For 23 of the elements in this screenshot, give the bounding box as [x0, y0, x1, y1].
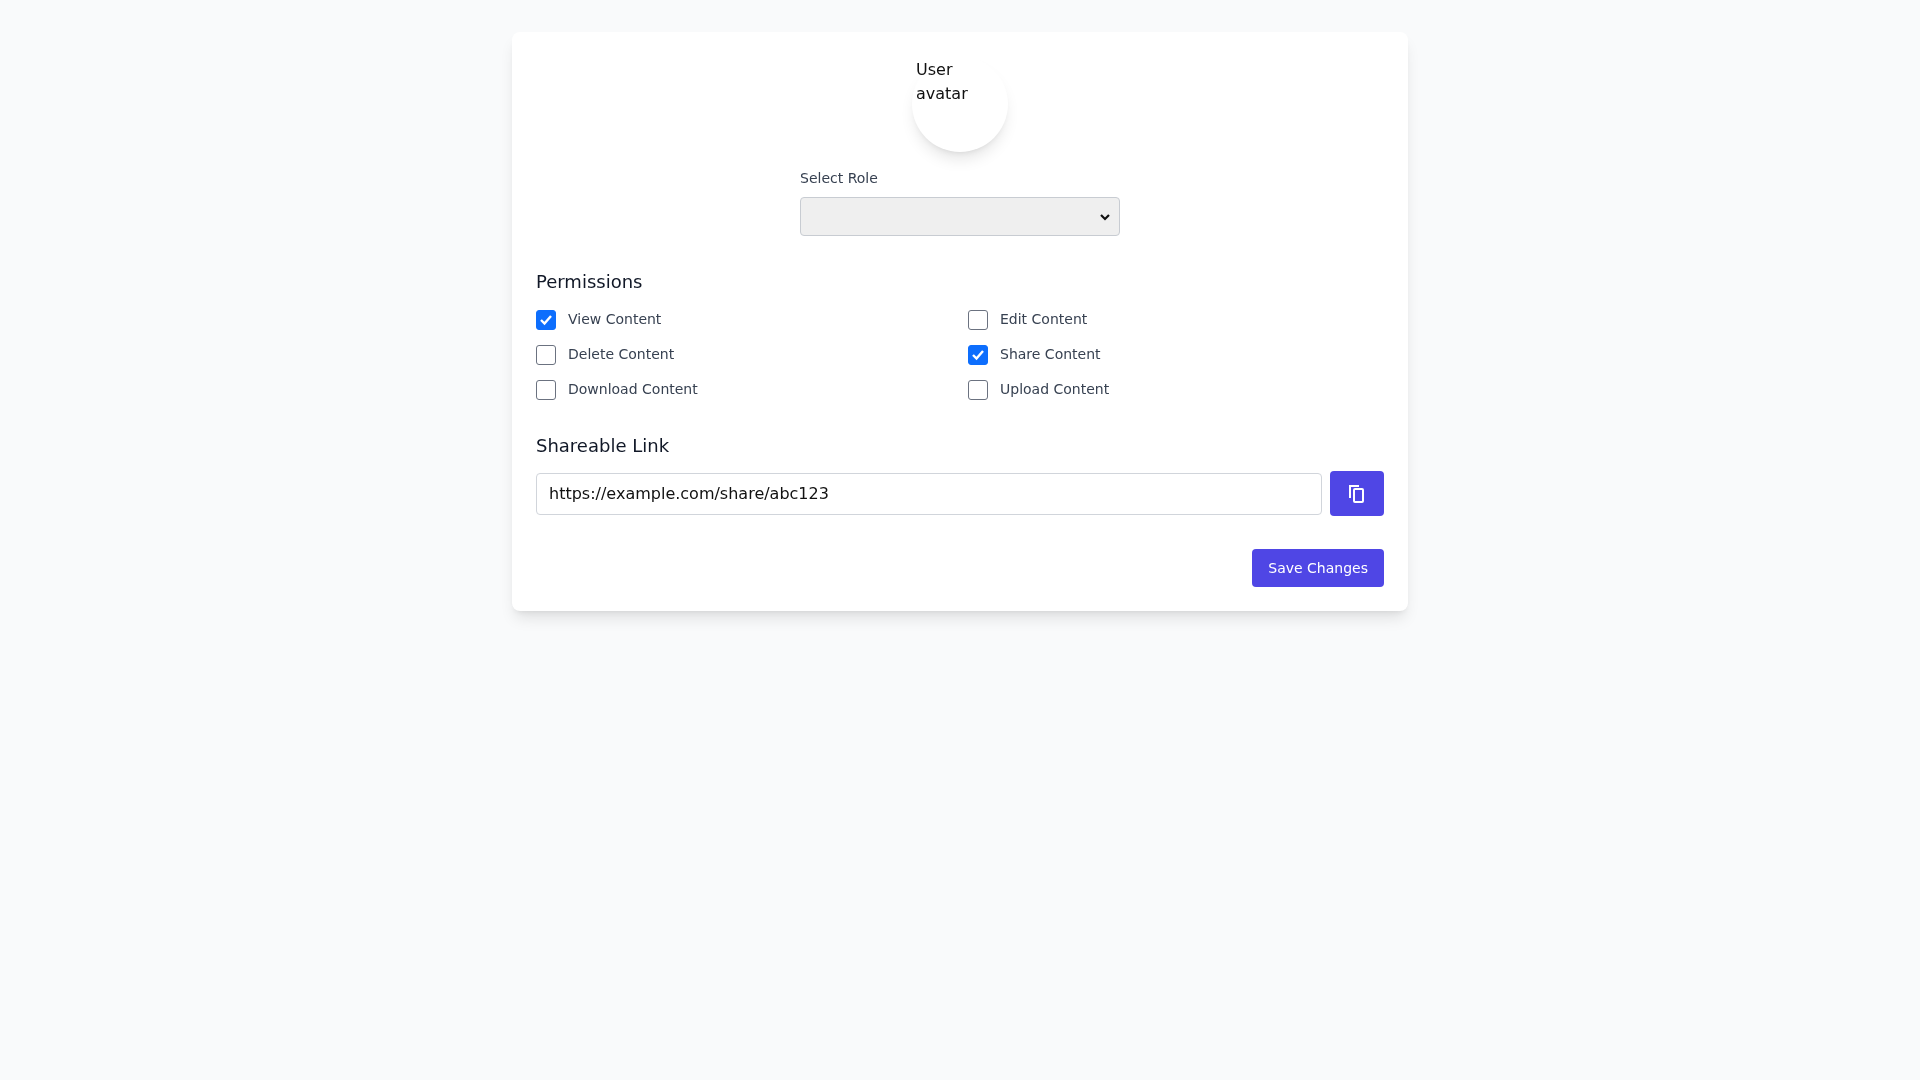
section-heading: Permissions [536, 270, 644, 294]
section-heading: Shareable Link [536, 434, 671, 458]
avatar-alt-text: User avatar [916, 59, 969, 105]
checkbox-label: View Content [568, 310, 662, 329]
checkbox-label: Edit Content [1000, 310, 1088, 329]
checkbox[interactable] [968, 344, 988, 365]
field-label: Select Role [800, 169, 879, 188]
checkbox[interactable] [968, 309, 988, 330]
checkbox-label: Upload Content [1000, 380, 1110, 399]
checkmark-icon [539, 313, 553, 326]
save-button[interactable]: Save Changes [1252, 549, 1384, 587]
checkbox-label: Delete Content [568, 345, 675, 364]
checkbox[interactable] [536, 379, 556, 400]
chevron-down-icon [1099, 212, 1111, 221]
copy-icon [1348, 483, 1366, 504]
copy-button[interactable] [1330, 471, 1384, 516]
checkbox[interactable] [536, 309, 556, 330]
checkbox[interactable] [968, 379, 988, 400]
checkbox-label: Share Content [1000, 345, 1101, 364]
checkbox[interactable] [536, 344, 556, 365]
checkmark-icon [971, 348, 985, 361]
checkbox-label: Download Content [568, 380, 698, 399]
link-field[interactable]: https://example.com/share/abc123 [536, 472, 1322, 515]
